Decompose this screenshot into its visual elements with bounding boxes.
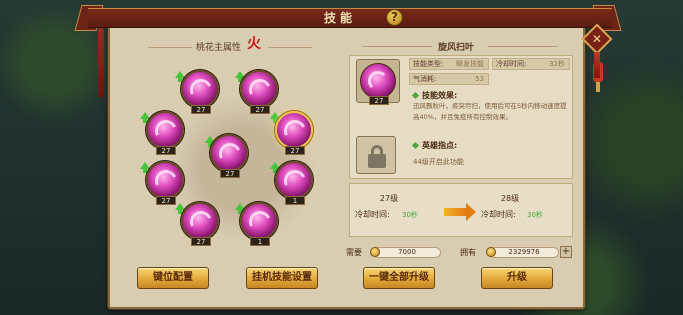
skill-level-badge: 27 [285, 146, 305, 155]
selected-skill-icon-frame: 27 [356, 59, 400, 105]
skill-slot-5[interactable]: 27 [210, 134, 248, 178]
auto-skill-settings-button[interactable]: 挂机技能设置 [246, 267, 318, 289]
main-attribute-label: 桃花主属性 [196, 43, 242, 53]
skill-slot-4-selected[interactable]: 27 [275, 111, 313, 155]
skill-effect-description: 迅风飘秋叶，疾突尽扫，使用后可在5秒内移动速度提高40%，并且免疫所有控制效果。 [413, 102, 567, 121]
skill-level-badge: 27 [191, 105, 211, 114]
fire-attribute-icon: 火 [247, 36, 261, 52]
next-level-label: 28级 [500, 194, 520, 203]
current-cooldown-value: 30秒 [402, 211, 418, 219]
skill-type-cell: 技能类型: 瞬发技能 [409, 58, 489, 70]
skill-level-badge: 27 [369, 96, 389, 105]
skill-slot-7[interactable]: 1 [275, 161, 313, 205]
help-button[interactable]: ? [386, 9, 403, 26]
skill-effect-title: 技能效果: [413, 90, 457, 101]
hero-guide-title: 英雄指点: [413, 140, 457, 151]
pink-whirlwind-icon [280, 116, 310, 146]
owned-label: 拥有 [460, 248, 476, 257]
qi-cost-label: 气消耗: [413, 75, 437, 83]
skill-level-badge: 27 [156, 196, 176, 205]
skill-slot-1[interactable]: 27 [181, 70, 219, 114]
skill-slot-6[interactable]: 27 [146, 161, 184, 205]
pink-swirl-icon [186, 75, 216, 105]
lantern-tassel-decoration [596, 82, 600, 92]
pink-flower-icon [151, 116, 181, 146]
selected-skill-orb [360, 63, 396, 99]
locked-feature-frame [356, 136, 396, 174]
current-cooldown-label: 冷却时间: [355, 210, 390, 219]
qi-cost-value: 53 [475, 75, 484, 83]
pink-swirl-icon [245, 75, 275, 105]
divider-line [268, 47, 312, 48]
skill-slot-9[interactable]: 1 [240, 202, 278, 246]
owned-coins-value: 2329976 [508, 248, 540, 256]
skill-level-badge: 1 [285, 196, 305, 205]
next-cooldown-label: 冷却时间: [481, 210, 516, 219]
coin-icon [370, 247, 380, 257]
divider-line [488, 46, 558, 47]
pink-spiral-icon [245, 207, 275, 237]
skill-slot-3[interactable]: 27 [146, 111, 184, 155]
pink-vortex-icon [186, 207, 216, 237]
pink-note-icon [280, 166, 310, 196]
pink-whirlwind-icon [368, 71, 388, 91]
close-icon: ✕ [591, 32, 603, 46]
pink-burst-icon [215, 139, 245, 169]
upgrade-arrow-icon [140, 112, 150, 123]
next-cooldown-value: 30秒 [527, 211, 543, 219]
current-level-label: 27级 [379, 194, 399, 203]
skill-level-badge: 27 [250, 105, 270, 114]
upgrade-button[interactable]: 升级 [481, 267, 553, 289]
skill-slot-2[interactable]: 27 [240, 70, 278, 114]
red-lantern-decoration [98, 28, 104, 98]
skill-level-badge: 27 [220, 169, 240, 178]
level-up-arrow-icon [444, 203, 476, 221]
qi-cost-cell: 气消耗: 53 [409, 73, 489, 85]
skill-level-badge: 27 [156, 146, 176, 155]
upgrade-arrow-icon [175, 71, 185, 82]
required-label: 需要 [346, 248, 362, 257]
lock-icon-body [368, 154, 386, 168]
divider-line [148, 47, 192, 48]
hero-guide-unlock-note: 44级开启此功能 [413, 158, 464, 166]
key-config-button[interactable]: 键位配置 [137, 267, 209, 289]
skill-level-badge: 27 [191, 237, 211, 246]
upgrade-arrow-icon [140, 162, 150, 173]
skill-type-value: 瞬发技能 [456, 60, 484, 68]
skill-level-badge: 1 [250, 237, 270, 246]
cooldown-cell: 冷却时间: 32秒 [492, 58, 570, 70]
upgrade-all-button[interactable]: 一键全部升级 [363, 267, 435, 289]
tassel-decoration [594, 52, 600, 78]
divider-line [362, 46, 432, 47]
skill-name: 旋风扫叶 [438, 43, 475, 53]
add-coins-button[interactable]: + [560, 246, 572, 258]
window-title: 技能 [323, 11, 356, 25]
upgrade-arrow-icon [175, 203, 185, 214]
owned-coins-bar: 2329976 [489, 247, 559, 258]
required-coins-bar: 7000 [373, 247, 441, 258]
pink-aura-icon [151, 166, 181, 196]
required-coins-value: 7000 [398, 248, 416, 256]
skill-slot-8[interactable]: 27 [181, 202, 219, 246]
cooldown-value: 32秒 [549, 60, 565, 68]
cooldown-label: 冷却时间: [496, 60, 527, 68]
skill-type-label: 技能类型: [413, 60, 444, 68]
coin-icon [486, 247, 496, 257]
